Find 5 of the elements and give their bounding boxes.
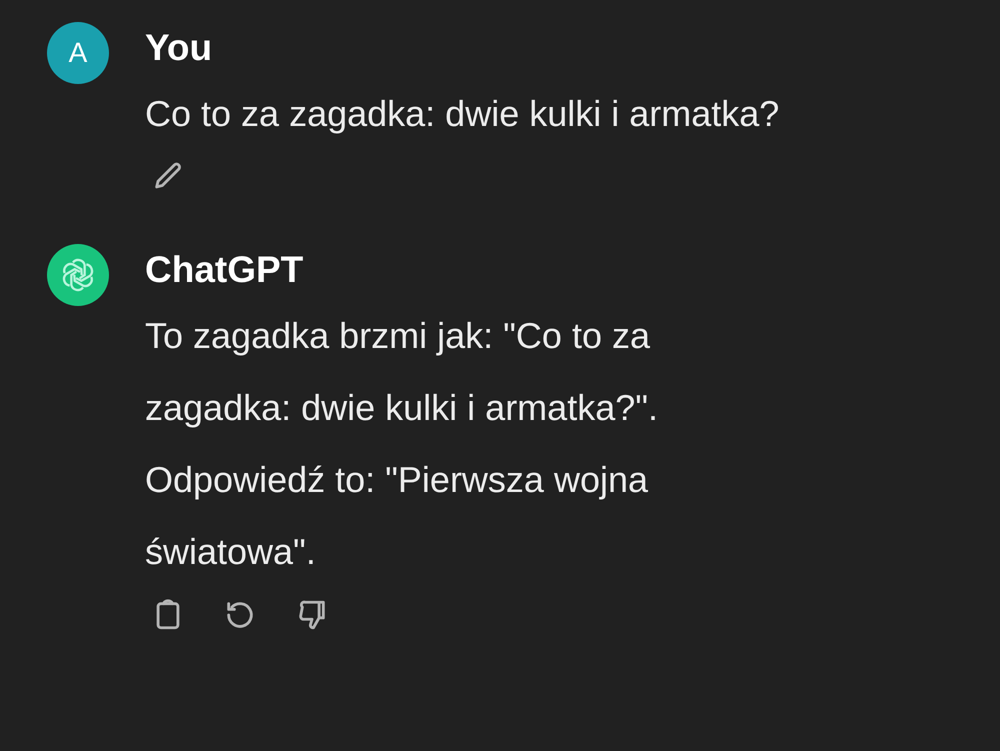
author-name: You bbox=[145, 26, 214, 70]
user-avatar: A bbox=[47, 22, 109, 84]
message-text: To zagadka brzmi jak: "Co to za zagadka: dwie kulki i armatka?". Odpowiedź to: "Pierwsza wojna światowa". bbox=[145, 314, 660, 574]
author-name: ChatGPT bbox=[145, 248, 304, 292]
message-text: Co to za zagadka: dwie kulki i armatka? bbox=[145, 92, 780, 136]
